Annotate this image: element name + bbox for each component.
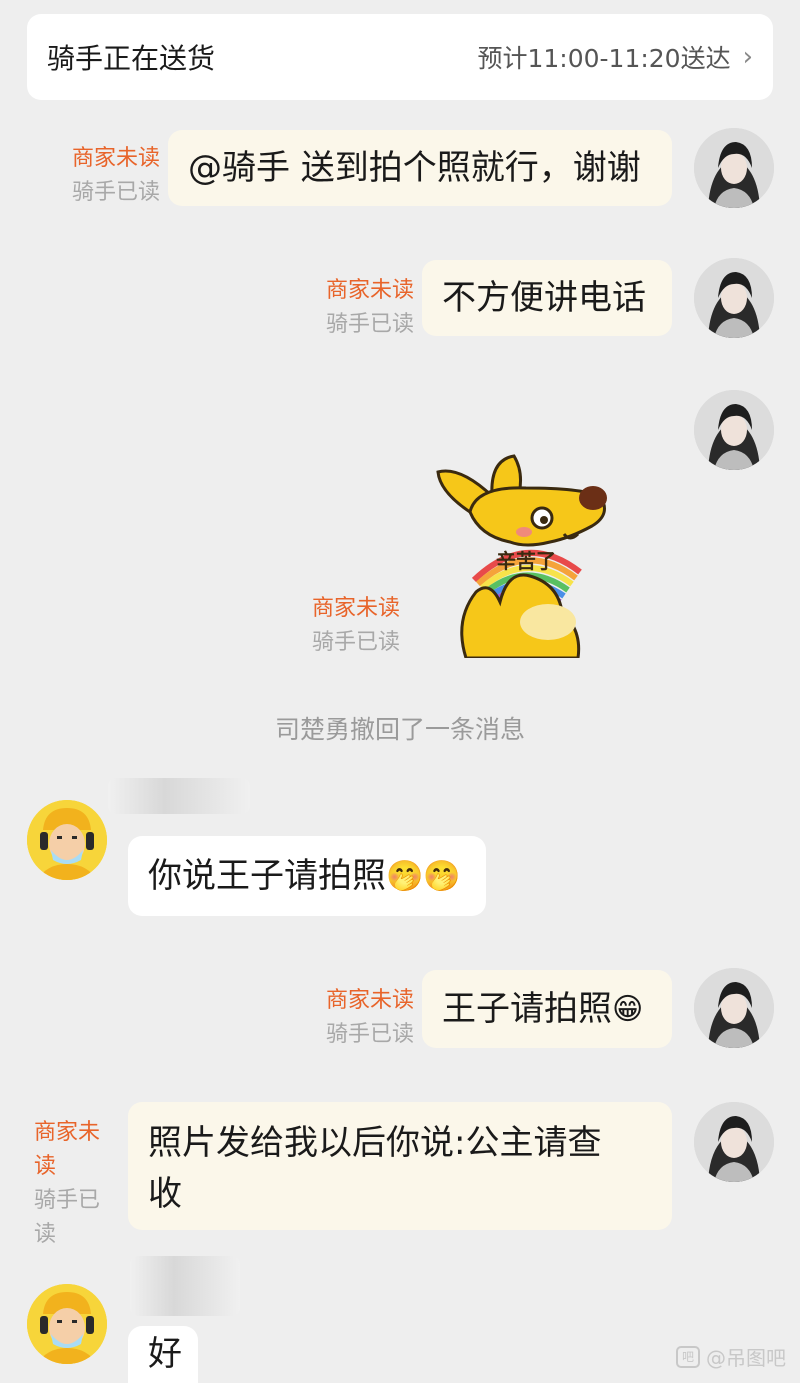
rider-read-label: 骑手已读 [71, 180, 160, 205]
rider-avatar-icon [27, 1284, 107, 1364]
rider-read-label: 骑手已读 [325, 1022, 414, 1047]
covering-mouth-emoji-icon: 🤭🤭 [386, 858, 461, 894]
merchant-unread-label: 商家未读 [325, 278, 414, 303]
merchant-unread-label-line2: 读 [34, 1154, 57, 1179]
recall-notice: 司楚勇撤回了一条消息 [274, 715, 525, 744]
merchant-unread-label: 商家未读 [311, 596, 400, 621]
message-text-line1: 照片发给我以后你说:公主请查 [148, 1123, 602, 1163]
user-avatar[interactable] [694, 968, 774, 1048]
message-bubble-rider[interactable]: 你说王子请拍照 🤭🤭 [128, 836, 486, 916]
message-bubble-rider[interactable]: 好 [128, 1326, 198, 1383]
user-avatar-photo-icon [694, 128, 774, 208]
read-status: 商家未 读 骑手已 读 [34, 1116, 114, 1252]
chevron-right-icon: › [742, 42, 753, 72]
user-avatar-photo-icon [694, 1102, 774, 1182]
forum-logo-icon: 吧 [676, 1345, 700, 1368]
user-avatar-photo-icon [694, 258, 774, 338]
read-status: 商家未读 骑手已读 [310, 274, 414, 342]
kangaroo-sticker[interactable]: 辛苦了 [430, 452, 614, 660]
kangaroo-sticker-icon: 辛苦了 [436, 454, 607, 660]
eta-link[interactable]: 预计11:00-11:20送达 › [477, 39, 753, 75]
user-avatar-photo-icon [694, 968, 774, 1048]
delivery-status-card[interactable]: 骑手正在送货 预计11:00-11:20送达 › [27, 14, 773, 100]
watermark: 吧 @吊图吧 [676, 1342, 786, 1371]
message-bubble-self[interactable]: @骑手 送到拍个照就行，谢谢 [168, 130, 672, 206]
message-bubble-self[interactable]: 王子请拍照 😁 [422, 970, 672, 1048]
rider-name-blurred [108, 778, 250, 814]
user-avatar[interactable] [694, 128, 774, 208]
read-status: 商家未读 骑手已读 [60, 142, 160, 210]
grinning-emoji-icon: 😁 [612, 991, 644, 1027]
message-text: @骑手 送到拍个照就行，谢谢 [188, 147, 641, 188]
message-text-line2: 收 [148, 1174, 182, 1214]
user-avatar[interactable] [694, 1102, 774, 1182]
watermark-text: @吊图吧 [706, 1346, 786, 1370]
rider-avatar[interactable] [27, 800, 107, 880]
user-avatar[interactable] [694, 390, 774, 470]
message-bubble-self[interactable]: 不方便讲电话 [422, 260, 672, 336]
rider-read-label: 骑手已读 [325, 312, 414, 337]
rider-name-blurred [130, 1256, 240, 1316]
rider-avatar[interactable] [27, 1284, 107, 1364]
rider-read-label-line1: 骑手已 [34, 1188, 101, 1213]
merchant-unread-label: 商家未读 [71, 146, 160, 171]
eta-text: 预计11:00-11:20送达 [477, 44, 731, 73]
user-avatar[interactable] [694, 258, 774, 338]
rider-avatar-icon [27, 800, 107, 880]
message-bubble-self[interactable]: 照片发给我以后你说:公主请查 收 [128, 1102, 672, 1230]
message-text: 王子请拍照 [442, 988, 612, 1029]
message-text: 你说王子请拍照 [148, 855, 386, 896]
sticker-caption: 辛苦了 [496, 549, 556, 573]
read-status: 商家未读 骑手已读 [296, 592, 400, 660]
rider-read-label-line2: 读 [34, 1222, 57, 1247]
read-status: 商家未读 骑手已读 [310, 984, 414, 1052]
merchant-unread-label-line1: 商家未 [34, 1120, 101, 1145]
merchant-unread-label: 商家未读 [325, 988, 414, 1013]
rider-read-label: 骑手已读 [311, 630, 400, 655]
delivery-status-title: 骑手正在送货 [47, 42, 216, 75]
user-avatar-photo-icon [694, 390, 774, 470]
message-text: 好 [148, 1334, 182, 1374]
message-text: 不方便讲电话 [442, 277, 646, 318]
